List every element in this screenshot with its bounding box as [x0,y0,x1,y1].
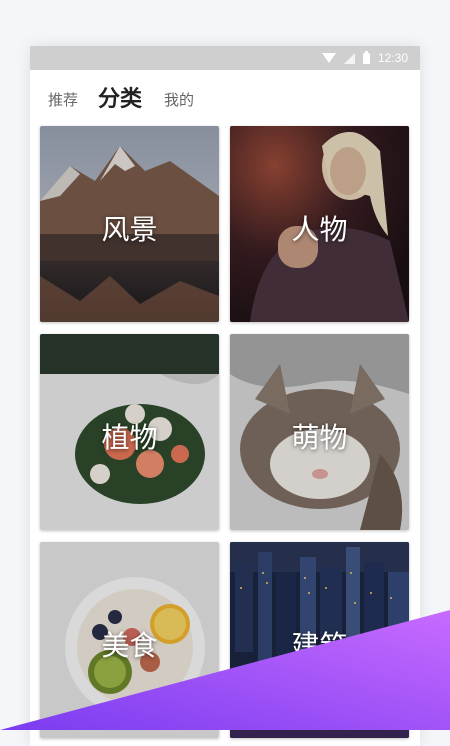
phone-frame: 12:30 推荐 分类 我的 风景 人物 植物 萌物 美食 建筑 [30,46,420,746]
battery-icon [362,50,370,64]
category-label: 植物 [101,421,158,454]
category-label: 建筑 [291,629,348,662]
category-label: 萌物 [291,421,348,454]
category-label: 人物 [291,213,348,246]
tab-bar: 推荐 分类 我的 [30,70,420,126]
status-icons: 12:30 [321,46,408,70]
category-card-landscape[interactable]: 风景 [40,126,219,322]
category-card-architecture[interactable]: 建筑 [230,542,409,738]
status-time: 12:30 [377,51,408,65]
category-card-pets[interactable]: 萌物 [230,334,409,530]
tab-category[interactable]: 分类 [98,81,142,113]
category-label: 美食 [101,629,158,662]
signal-icon [343,52,355,64]
category-label: 风景 [101,213,158,246]
tab-recommend[interactable]: 推荐 [48,89,78,110]
tab-mine[interactable]: 我的 [164,89,194,110]
status-bar: 12:30 [30,46,420,70]
category-card-people[interactable]: 人物 [230,126,409,322]
category-card-plants[interactable]: 植物 [40,334,219,530]
category-card-food[interactable]: 美食 [40,542,219,738]
wifi-icon [321,53,336,63]
